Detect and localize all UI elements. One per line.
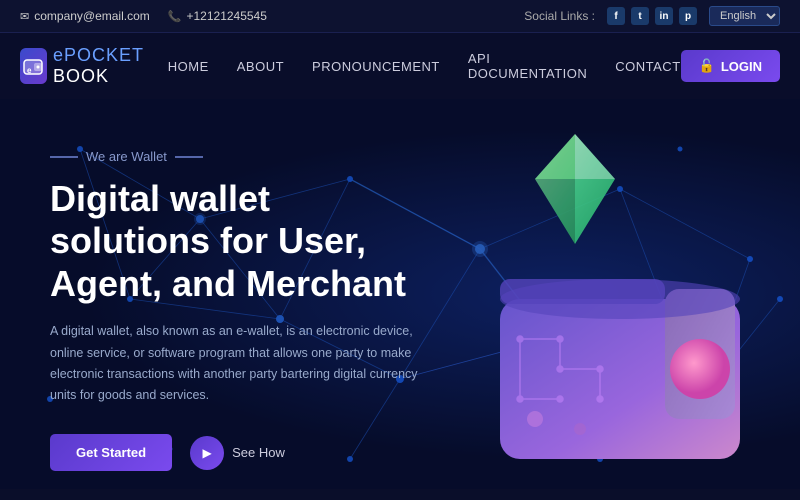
nav-contact[interactable]: CONTACT [615, 59, 680, 74]
linkedin-icon[interactable]: in [655, 7, 673, 25]
phone-contact: 📞 +12121245545 [168, 9, 267, 23]
facebook-icon[interactable]: f [607, 7, 625, 25]
logo-prefix: e [53, 45, 64, 65]
navbar: e ePOCKET BOOK HOME ABOUT PRONOUNCEMENT … [0, 33, 800, 99]
we-are-line-right [175, 156, 203, 158]
nav-home[interactable]: HOME [168, 59, 209, 74]
logo-book: BOOK [53, 66, 109, 86]
logo-text: ePOCKET BOOK [53, 45, 168, 87]
social-label: Social Links : [524, 9, 595, 23]
pinterest-icon[interactable]: p [679, 7, 697, 25]
language-select[interactable]: English French [709, 6, 780, 26]
twitter-icon[interactable]: t [631, 7, 649, 25]
login-button[interactable]: 🔓 LOGIN [681, 50, 780, 82]
we-are-label: We are Wallet [50, 149, 470, 164]
logo-icon: e [20, 48, 47, 84]
play-button[interactable]: ▶ [190, 436, 224, 470]
see-how-group[interactable]: ▶ See How [190, 436, 285, 470]
hero-description: A digital wallet, also known as an e-wal… [50, 321, 430, 406]
wallet-body-svg [480, 219, 780, 479]
nav-api-docs[interactable]: API DOCUMENTATION [468, 51, 587, 81]
phone-icon: 📞 [168, 10, 182, 23]
login-icon: 🔓 [699, 58, 715, 74]
phone-text: +12121245545 [186, 9, 266, 23]
email-contact: ✉ company@email.com [20, 9, 150, 23]
nav-links: HOME ABOUT PRONOUNCEMENT API DOCUMENTATI… [168, 51, 681, 81]
svg-text:e: e [27, 66, 32, 75]
hero-actions: Get Started ▶ See How [50, 434, 470, 471]
email-icon: ✉ [20, 10, 29, 23]
nav-pronouncement[interactable]: PRONOUNCEMENT [312, 59, 440, 74]
nav-about[interactable]: ABOUT [237, 59, 284, 74]
hero-content: We are Wallet Digital wallet solutions f… [50, 149, 470, 471]
logo: e ePOCKET BOOK [20, 45, 168, 87]
get-started-button[interactable]: Get Started [50, 434, 172, 471]
social-links: f t in p [607, 7, 697, 25]
hero-section: We are Wallet Digital wallet solutions f… [0, 99, 800, 489]
topbar-right: Social Links : f t in p English French [524, 6, 780, 26]
hero-title: Digital wallet solutions for User, Agent… [50, 178, 470, 305]
email-text: company@email.com [34, 9, 150, 23]
topbar-left: ✉ company@email.com 📞 +12121245545 [20, 9, 267, 23]
topbar: ✉ company@email.com 📞 +12121245545 Socia… [0, 0, 800, 33]
wallet-illustration [440, 119, 780, 479]
we-are-line [50, 156, 78, 158]
see-how-label: See How [232, 445, 285, 460]
